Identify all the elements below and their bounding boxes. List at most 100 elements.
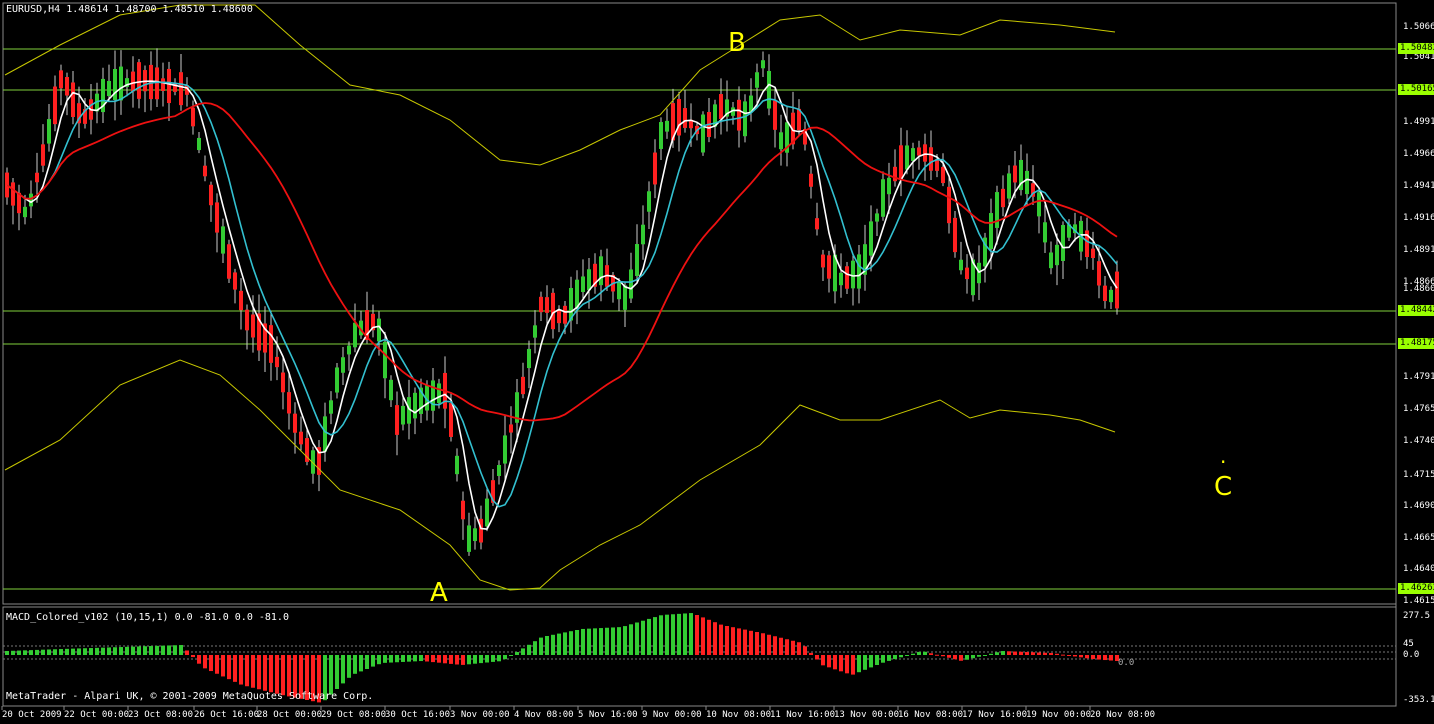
- macd-bar: [689, 613, 693, 655]
- macd-bar: [965, 655, 969, 660]
- price-scale-label: 1.49410: [1403, 181, 1434, 191]
- candle-body: [1061, 225, 1065, 261]
- symbol-info: EURUSD,H4 1.48614 1.48700 1.48510 1.4860…: [6, 4, 253, 15]
- macd-bar: [947, 655, 951, 658]
- macd-bar: [743, 629, 747, 655]
- macd-bar: [929, 653, 933, 655]
- macd-bar: [479, 655, 483, 664]
- candle-body: [269, 325, 273, 363]
- macd-bar: [755, 632, 759, 655]
- candle-body: [413, 392, 417, 419]
- candle-body: [509, 424, 513, 433]
- candle-body: [203, 165, 207, 177]
- macd-bar: [809, 652, 813, 655]
- candle-body: [869, 221, 873, 256]
- macd-bar: [365, 655, 369, 669]
- macd-bar: [5, 651, 9, 655]
- ma-fast-line: [6, 80, 1118, 530]
- candle-body: [635, 244, 639, 276]
- candle-body: [329, 400, 333, 414]
- macd-bar: [59, 649, 63, 655]
- candle-body: [941, 166, 945, 184]
- candle-body: [161, 78, 165, 91]
- macd-bar: [773, 636, 777, 655]
- time-scale-label: 9 Nov 00:00: [642, 710, 702, 720]
- candle-body: [449, 403, 453, 437]
- macd-bar: [473, 655, 477, 664]
- macd-bar: [155, 645, 159, 655]
- macd-bar: [701, 617, 705, 655]
- macd-bar: [185, 650, 189, 655]
- candle-body: [629, 269, 633, 299]
- candle-body: [1025, 170, 1029, 195]
- macd-bar: [107, 647, 111, 655]
- macd-bar: [431, 655, 435, 663]
- candle-body: [395, 405, 399, 435]
- price-level-tag: 1.50165: [1398, 84, 1434, 95]
- macd-bar: [887, 655, 891, 661]
- macd-bar: [23, 650, 27, 655]
- macd-bar: [401, 655, 405, 662]
- macd-bar: [875, 655, 879, 665]
- candle-body: [323, 416, 327, 452]
- macd-bar: [509, 655, 513, 656]
- macd-bar: [227, 655, 231, 680]
- time-scale-label: 11 Nov 16:00: [770, 710, 836, 720]
- candle-body: [821, 254, 825, 268]
- candle-body: [659, 122, 663, 149]
- macd-bar: [851, 655, 855, 675]
- price-scale-label: 1.49660: [1403, 149, 1434, 159]
- candle-body: [575, 279, 579, 308]
- macd-bar: [899, 655, 903, 658]
- macd-bar: [137, 646, 141, 655]
- candle-body: [755, 72, 759, 88]
- candle-body: [383, 341, 387, 379]
- macd-bar: [209, 655, 213, 672]
- candle-body: [557, 310, 561, 324]
- time-scale-label: 19 Nov 00:00: [1026, 710, 1092, 720]
- candle-body: [581, 276, 585, 293]
- macd-bar: [125, 646, 129, 655]
- candle-body: [473, 528, 477, 542]
- candle-body: [29, 193, 33, 207]
- macd-bar: [443, 655, 447, 664]
- candle-body: [461, 500, 465, 520]
- macd-bar: [245, 655, 249, 687]
- macd-bar: [47, 649, 51, 655]
- time-scale-label: 5 Nov 16:00: [578, 710, 638, 720]
- macd-bar: [1109, 655, 1113, 661]
- candle-body: [779, 132, 783, 150]
- macd-bar: [197, 655, 201, 664]
- time-scale-label: 20 Nov 08:00: [1090, 710, 1156, 720]
- macd-bar: [881, 655, 885, 663]
- candle-body: [119, 66, 123, 101]
- macd-bar: [539, 637, 543, 655]
- candle-body: [281, 372, 285, 393]
- candle-body: [1055, 244, 1059, 266]
- candle-body: [539, 296, 543, 313]
- macd-bar: [635, 622, 639, 655]
- macd-bar: [923, 651, 927, 655]
- macd-bar: [779, 637, 783, 655]
- macd-bar: [1037, 652, 1041, 655]
- candle-body: [857, 254, 861, 289]
- macd-bar: [785, 639, 789, 655]
- macd-bar: [1013, 651, 1017, 655]
- macd-bar: [413, 655, 417, 662]
- candle-body: [1091, 248, 1095, 259]
- price-scale-label: 1.47655: [1403, 404, 1434, 414]
- macd-bar: [737, 628, 741, 655]
- macd-bar: [1001, 651, 1005, 655]
- macd-bar: [263, 655, 267, 691]
- macd-bar: [1067, 655, 1071, 656]
- candle-body: [71, 82, 75, 118]
- price-level-tag: 1.48175: [1398, 338, 1434, 349]
- macd-bar: [179, 645, 183, 655]
- candle-body: [839, 272, 843, 286]
- macd-scale-label: 0.0: [1403, 650, 1420, 660]
- macd-bar: [215, 655, 219, 674]
- macd-scale-label: -353.1: [1403, 695, 1434, 705]
- chart-window[interactable]: EURUSD,H4 1.48614 1.48700 1.48510 1.4860…: [0, 0, 1434, 724]
- candle-body: [1103, 285, 1107, 302]
- macd-bar: [149, 646, 153, 655]
